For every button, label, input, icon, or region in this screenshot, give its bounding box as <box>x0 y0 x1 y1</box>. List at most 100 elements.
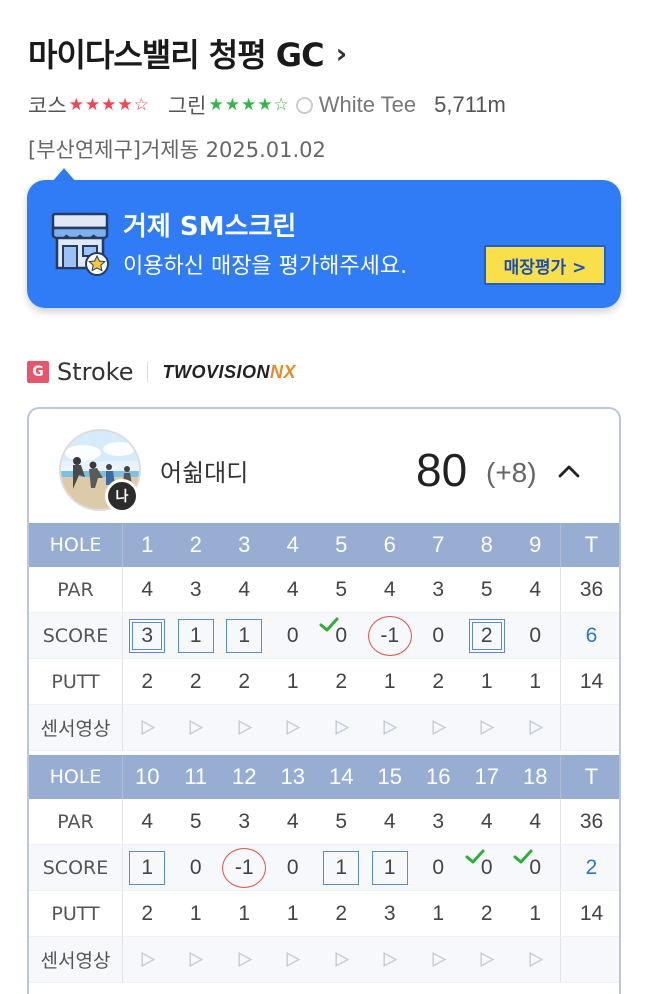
play-icon <box>335 951 350 968</box>
par-value: 4 <box>383 809 396 833</box>
video-play-button[interactable] <box>414 705 463 750</box>
g-badge-icon: G <box>27 361 49 383</box>
video-play-button[interactable] <box>317 705 366 750</box>
par-value: 5 <box>189 809 202 833</box>
play-icon <box>529 951 544 968</box>
par-value: 4 <box>480 809 493 833</box>
score-value: 1 <box>335 855 348 879</box>
video-play-button[interactable] <box>511 937 560 982</box>
brand-name: TWOVISION <box>162 361 270 382</box>
video-total-empty <box>559 705 620 750</box>
video-play-button[interactable] <box>269 705 318 750</box>
play-icon <box>141 719 156 736</box>
par-value: 4 <box>383 577 396 601</box>
score-cell: 1 <box>220 613 269 658</box>
total-score: 80 <box>416 444 468 496</box>
total-header: T <box>559 755 620 799</box>
divider <box>147 362 149 382</box>
putt-value: 1 <box>286 669 299 693</box>
course-title: 마이다스밸리 청평 GC <box>28 36 325 74</box>
hole-number: 17 <box>474 764 499 789</box>
game-mode-label: Stroke <box>57 358 134 386</box>
brand-suffix: NX <box>269 361 296 382</box>
score-value: -1 <box>234 855 254 879</box>
par-value: 5 <box>480 577 493 601</box>
front-nine-table: HOLE 1 2 3 4 5 6 7 8 9 T PAR 4 3 4 4 5 4… <box>29 523 620 751</box>
putt-value: 1 <box>238 901 251 925</box>
score-value: 0 <box>529 855 542 879</box>
video-play-button[interactable] <box>123 705 172 750</box>
hole-number: 5 <box>335 532 348 557</box>
location-date: [부산연제구]거제동 2025.01.02 <box>28 138 326 162</box>
par-value: 4 <box>238 577 251 601</box>
score-cell: 3 <box>123 613 172 658</box>
par-label: PAR <box>29 567 123 612</box>
play-icon <box>480 719 495 736</box>
video-play-button[interactable] <box>220 937 269 982</box>
play-icon <box>238 951 253 968</box>
video-play-button[interactable] <box>366 937 415 982</box>
tee-label: White Tee <box>318 92 417 117</box>
putt-value: 2 <box>335 669 348 693</box>
video-play-button[interactable] <box>123 937 172 982</box>
par-value: 4 <box>141 809 154 833</box>
course-title-link[interactable]: 마이다스밸리 청평 GC › <box>28 30 347 76</box>
score-cell: 1 <box>366 845 415 890</box>
score-value: 0 <box>189 855 202 879</box>
putt-value: 3 <box>383 901 396 925</box>
hole-number: 2 <box>189 532 202 557</box>
putt-label: PUTT <box>29 659 123 704</box>
video-label: 센서영상 <box>29 705 123 750</box>
putt-value: 1 <box>189 901 202 925</box>
hole-number: 15 <box>377 764 402 789</box>
video-play-button[interactable] <box>463 705 512 750</box>
hole-number: 13 <box>280 764 305 789</box>
putt-value: 2 <box>480 901 493 925</box>
play-icon <box>480 951 495 968</box>
video-play-button[interactable] <box>220 705 269 750</box>
score-value: 0 <box>286 623 299 647</box>
hole-label: HOLE <box>29 755 123 799</box>
par-value: 3 <box>432 577 445 601</box>
hole-number: 12 <box>232 764 257 789</box>
video-play-button[interactable] <box>463 937 512 982</box>
video-play-button[interactable] <box>269 937 318 982</box>
score-cell: 0 <box>511 613 560 658</box>
putt-value: 1 <box>383 669 396 693</box>
store-review-banner[interactable]: 거제 SM스크린 이용하신 매장을 평가해주세요. 매장평가 > <box>27 180 621 308</box>
par-value: 5 <box>335 577 348 601</box>
play-icon <box>141 951 156 968</box>
putt-value: 2 <box>141 669 154 693</box>
video-play-button[interactable] <box>172 937 221 982</box>
score-row: SCORE 3 1 1 0 0 -1 0 2 0 6 <box>29 613 619 659</box>
video-play-button[interactable] <box>511 705 560 750</box>
putt-value: 1 <box>529 901 542 925</box>
par-value: 4 <box>529 809 542 833</box>
putt-value: 2 <box>189 669 202 693</box>
hole-number: 7 <box>432 532 445 557</box>
video-play-button[interactable] <box>366 705 415 750</box>
video-play-button[interactable] <box>317 937 366 982</box>
video-play-button[interactable] <box>172 705 221 750</box>
par-value: 4 <box>286 577 299 601</box>
game-mode-row: G Stroke TWOVISIONNX <box>27 358 296 386</box>
score-cell: 0 <box>511 845 560 890</box>
score-cell: 0 <box>172 845 221 890</box>
play-icon <box>383 951 398 968</box>
hole-number: 10 <box>135 764 160 789</box>
score-value: -1 <box>380 623 400 647</box>
brand-logo: TWOVISIONNX <box>162 362 296 383</box>
video-play-button[interactable] <box>414 937 463 982</box>
score-cell: 0 <box>269 613 318 658</box>
score-value: 0 <box>432 623 445 647</box>
score-cell: 1 <box>317 845 366 890</box>
store-review-button[interactable]: 매장평가 > <box>484 245 606 285</box>
par-value: 3 <box>189 577 202 601</box>
putt-value: 1 <box>286 901 299 925</box>
play-icon <box>286 951 301 968</box>
putt-total: 14 <box>559 659 620 704</box>
score-total: 2 <box>559 845 620 890</box>
chevron-up-icon[interactable] <box>557 459 581 483</box>
putt-total: 14 <box>559 891 620 936</box>
course-rating-stars: ★★★★☆ <box>68 95 150 115</box>
